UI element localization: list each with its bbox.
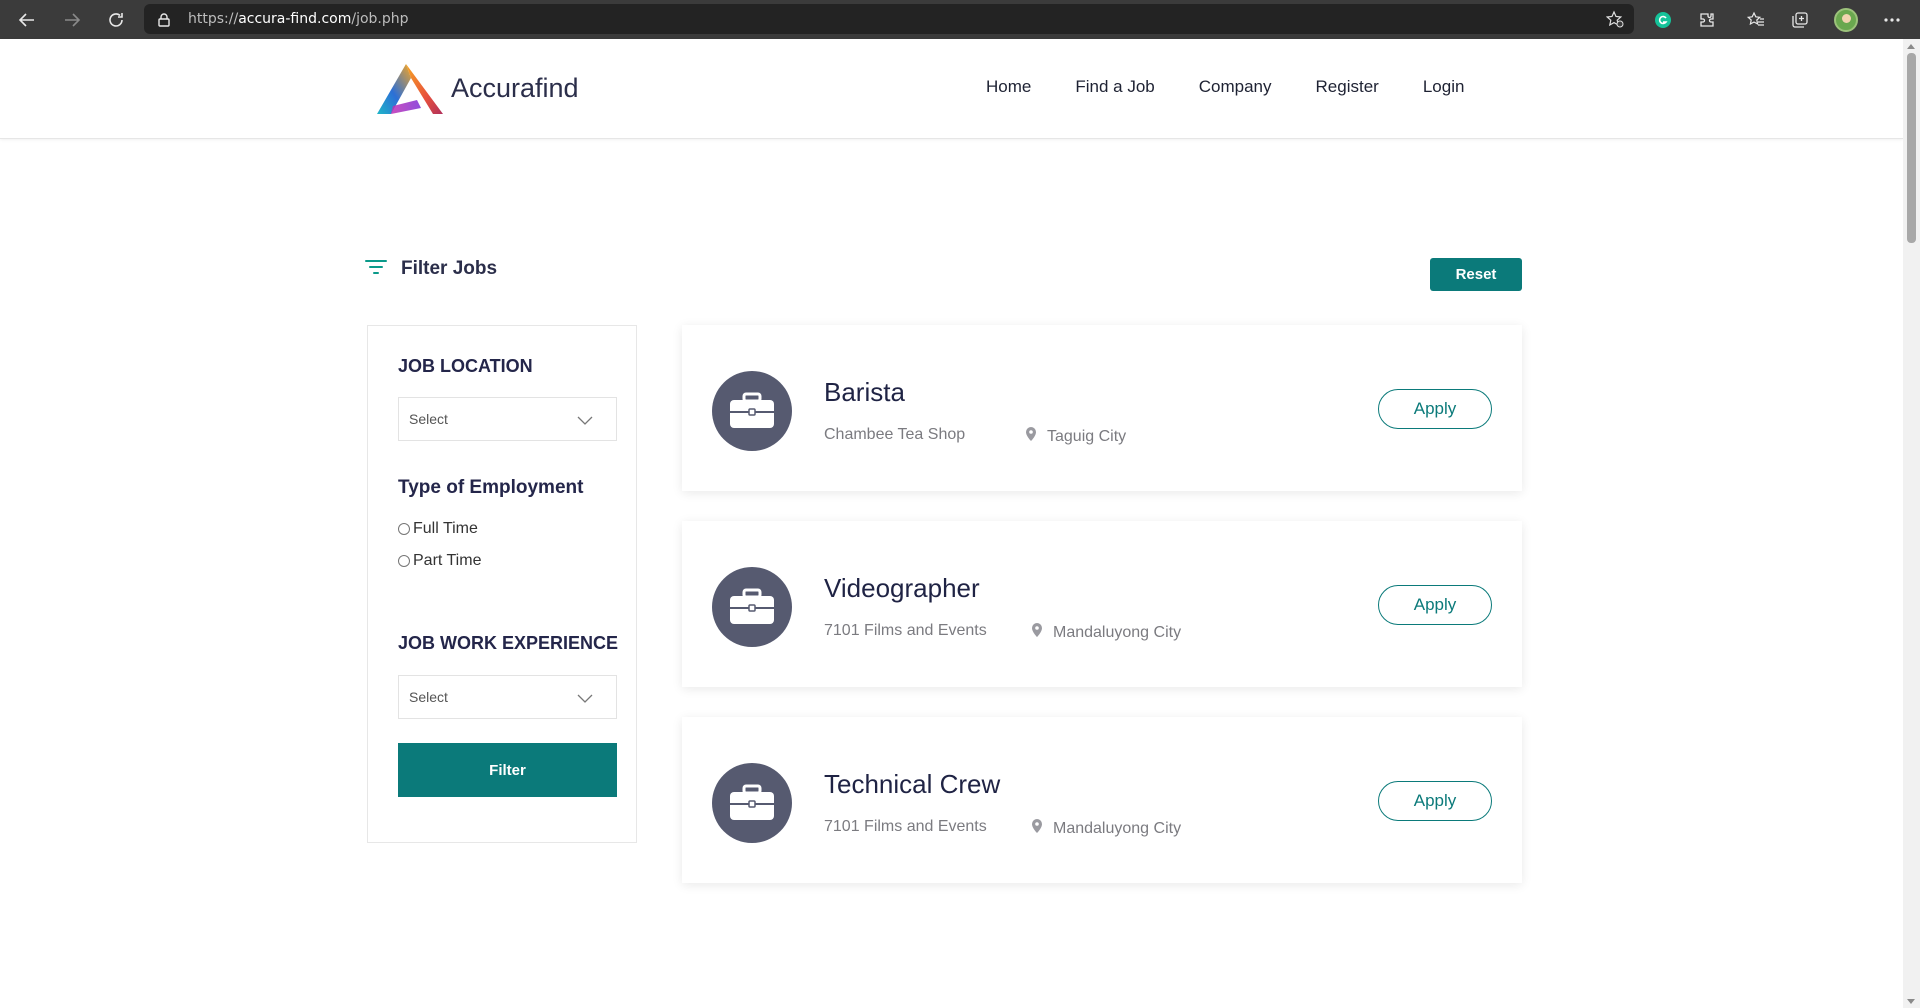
- part-time-radio[interactable]: [398, 555, 410, 567]
- map-pin-icon: [1031, 622, 1043, 643]
- accurafind-logo[interactable]: [373, 62, 445, 118]
- scroll-down-arrow[interactable]: [1907, 999, 1915, 1004]
- collections-icon[interactable]: [1787, 7, 1813, 33]
- job-experience-select[interactable]: Select: [398, 675, 617, 719]
- filter-button[interactable]: Filter: [398, 743, 617, 797]
- apply-button[interactable]: Apply: [1378, 781, 1492, 821]
- job-location-select[interactable]: Select: [398, 397, 617, 441]
- nav-company[interactable]: Company: [1199, 77, 1272, 97]
- job-title[interactable]: Barista: [824, 377, 905, 408]
- job-card: Barista Chambee Tea Shop Taguig City App…: [682, 325, 1522, 491]
- job-company: Chambee Tea Shop: [824, 426, 966, 443]
- job-location-text: Mandaluyong City: [1053, 819, 1182, 837]
- job-location-value: Select: [409, 411, 448, 427]
- job-location-heading: JOB LOCATION: [398, 356, 533, 376]
- reset-button[interactable]: Reset: [1430, 258, 1522, 291]
- page-scrollbar[interactable]: [1903, 39, 1920, 1008]
- job-title[interactable]: Technical Crew: [824, 769, 1000, 800]
- job-company: 7101 Films and Events: [824, 818, 987, 835]
- nav-find-a-job[interactable]: Find a Job: [1075, 77, 1154, 97]
- scroll-thumb[interactable]: [1907, 53, 1916, 243]
- browser-toolbar: https://accura-find.com/job.php: [0, 0, 1920, 39]
- chevron-down-icon: [576, 689, 594, 708]
- nav-home[interactable]: Home: [986, 77, 1031, 97]
- job-location: Taguig City: [1025, 426, 1126, 447]
- full-time-option[interactable]: Full Time: [398, 520, 478, 538]
- filter-header: Filter Jobs: [365, 258, 497, 280]
- url-text: https://accura-find.com/job.php: [188, 11, 409, 27]
- filter-lines-icon: [365, 259, 387, 279]
- lock-icon[interactable]: [158, 12, 170, 31]
- job-experience-value: Select: [409, 689, 448, 705]
- job-title[interactable]: Videographer: [824, 573, 980, 604]
- filter-title: Filter Jobs: [401, 258, 498, 279]
- employment-type-heading: Type of Employment: [398, 477, 584, 498]
- briefcase-icon: [712, 567, 792, 647]
- url-host: accura-find.com: [238, 11, 352, 27]
- part-time-option[interactable]: Part Time: [398, 552, 481, 570]
- filter-panel: JOB LOCATION Select Type of Employment F…: [367, 325, 637, 843]
- profile-avatar[interactable]: [1833, 7, 1859, 33]
- chevron-down-icon: [576, 411, 594, 430]
- address-bar[interactable]: https://accura-find.com/job.php: [144, 4, 1634, 34]
- favorite-add-icon[interactable]: [1605, 10, 1624, 32]
- job-location: Mandaluyong City: [1031, 818, 1181, 839]
- briefcase-icon: [712, 371, 792, 451]
- full-time-label: Full Time: [413, 520, 478, 537]
- apply-button[interactable]: Apply: [1378, 389, 1492, 429]
- map-pin-icon: [1025, 426, 1037, 447]
- back-icon[interactable]: [14, 7, 40, 33]
- nav-register[interactable]: Register: [1316, 77, 1379, 97]
- full-time-radio[interactable]: [398, 523, 410, 535]
- job-location-text: Mandaluyong City: [1053, 623, 1182, 641]
- job-location: Mandaluyong City: [1031, 622, 1181, 643]
- url-path: /job.php: [351, 11, 409, 27]
- grammarly-icon[interactable]: [1650, 7, 1676, 33]
- apply-button[interactable]: Apply: [1378, 585, 1492, 625]
- url-scheme: https://: [188, 11, 239, 27]
- forward-icon[interactable]: [59, 7, 85, 33]
- briefcase-icon: [712, 763, 792, 843]
- job-card: Technical Crew 7101 Films and Events Man…: [682, 717, 1522, 883]
- map-pin-icon: [1031, 818, 1043, 839]
- brand-name[interactable]: Accurafind: [451, 73, 579, 104]
- refresh-icon[interactable]: [103, 7, 129, 33]
- job-card: Videographer 7101 Films and Events Manda…: [682, 521, 1522, 687]
- extensions-icon[interactable]: [1694, 7, 1720, 33]
- job-location-text: Taguig City: [1047, 427, 1127, 445]
- site-header: Accurafind Home Find a Job Company Regis…: [0, 39, 1903, 139]
- job-experience-heading: JOB WORK EXPERIENCE: [398, 633, 619, 653]
- main-nav: Home Find a Job Company Register Login: [986, 77, 1464, 97]
- job-company: 7101 Films and Events: [824, 622, 987, 639]
- scroll-up-arrow[interactable]: [1907, 44, 1915, 49]
- favorites-icon[interactable]: [1743, 7, 1769, 33]
- part-time-label: Part Time: [413, 552, 482, 569]
- more-icon[interactable]: [1879, 7, 1905, 33]
- nav-login[interactable]: Login: [1423, 77, 1465, 97]
